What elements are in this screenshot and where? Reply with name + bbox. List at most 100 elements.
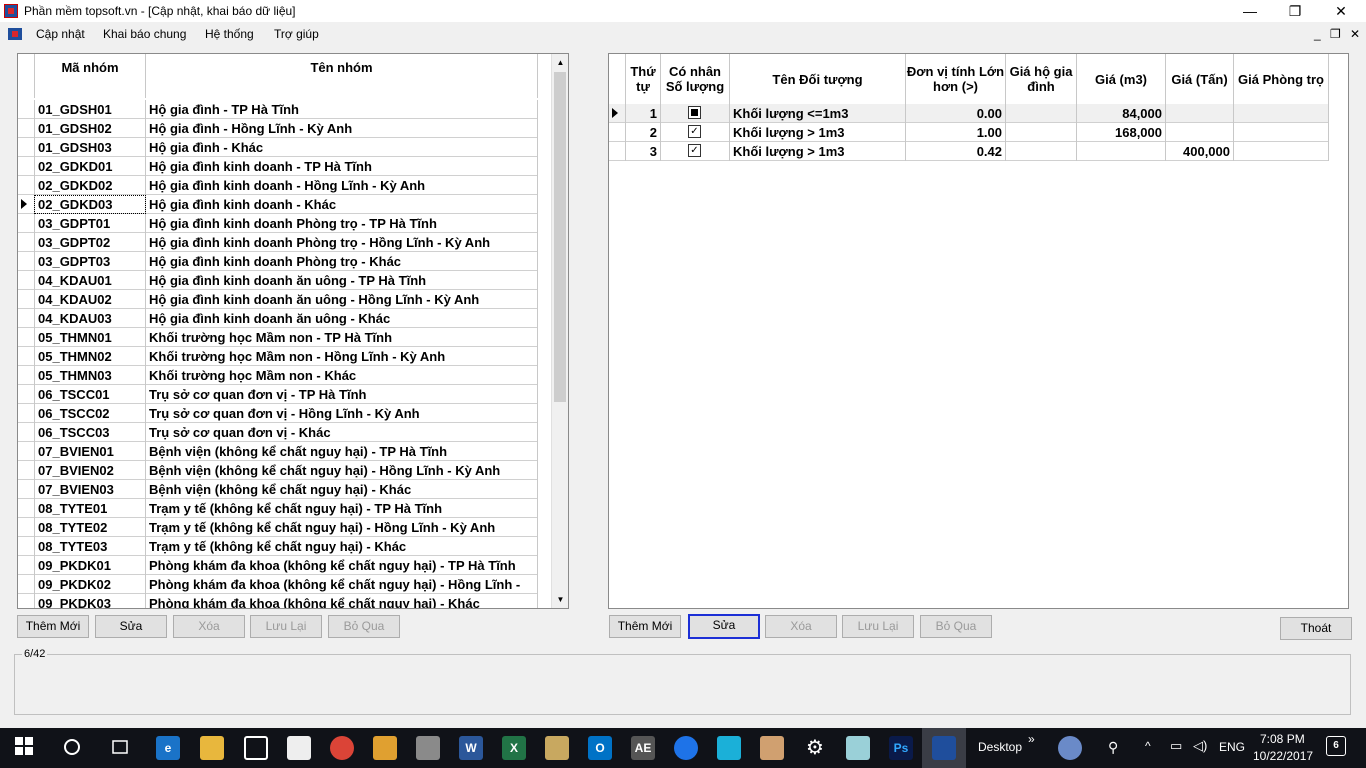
cell-ten-nhom[interactable]: Hộ gia đình kinh doanh ăn uông - Hồng Lĩ… — [146, 290, 538, 309]
cell-ten-nhom[interactable]: Trạm y tế (không kể chất nguy hại) - Khá… — [146, 537, 538, 556]
mdi-close-button[interactable]: ✕ — [1350, 27, 1360, 41]
cell-gia-m3[interactable]: 168,000 — [1077, 123, 1166, 142]
toolbar-chevron-icon[interactable]: » — [1028, 732, 1035, 746]
row-selector[interactable] — [18, 347, 34, 366]
table-row[interactable]: 03_GDPT03 Hộ gia đình kinh doanh Phòng tr… — [18, 252, 538, 271]
close-button[interactable]: ✕ — [1318, 0, 1364, 22]
ae-app-icon[interactable]: AE — [631, 736, 655, 760]
row-selector[interactable] — [18, 328, 34, 347]
cell-ten-nhom[interactable]: Hộ gia đình kinh doanh - TP Hà Tĩnh — [146, 157, 538, 176]
cell-ma-nhom[interactable]: 09_PKDK02 — [34, 575, 146, 594]
cell-ma-nhom[interactable]: 04_KDAU03 — [34, 309, 146, 328]
cell-ma-nhom[interactable]: 03_GDPT01 — [34, 214, 146, 233]
scroll-thumb[interactable] — [554, 72, 566, 402]
desktop-toolbar-label[interactable]: Desktop — [978, 740, 1022, 754]
cell-gia-tan[interactable] — [1166, 123, 1234, 142]
table-row[interactable]: 05_THMN02 Khối trường học Mầm non - Hồng … — [18, 347, 538, 366]
cell-ma-nhom[interactable]: 05_THMN03 — [34, 366, 146, 385]
table-row[interactable]: 07_BVIEN03 Bệnh viện (không kể chất nguy … — [18, 480, 538, 499]
exit-button[interactable]: Thoát — [1280, 617, 1352, 640]
row-selector[interactable] — [18, 176, 34, 195]
cell-gia-ho-gia-dinh[interactable] — [1006, 123, 1077, 142]
cell-ma-nhom[interactable]: 08_TYTE03 — [34, 537, 146, 556]
table-row[interactable]: 09_PKDK03 Phòng khám đa khoa (không kể ch… — [18, 594, 538, 608]
row-selector[interactable] — [18, 385, 34, 404]
current-row-indicator-icon[interactable] — [609, 104, 625, 123]
table-row[interactable]: 06_TSCC03 Trụ sở cơ quan đơn vị - Khác — [18, 423, 538, 442]
menu-tro-giup[interactable]: Trợ giúp — [274, 27, 319, 41]
column-header-ten-nhom[interactable]: Tên nhóm — [146, 54, 538, 98]
cell-ten-nhom[interactable]: Hộ gia đình - Hồng Lĩnh - Kỳ Anh — [146, 119, 538, 138]
table-row[interactable]: 04_KDAU03 Hộ gia đình kinh doanh ăn uông … — [18, 309, 538, 328]
column-header-thu-tu[interactable]: Thứ tự — [625, 54, 661, 104]
mdi-restore-button[interactable]: ❐ — [1330, 27, 1341, 41]
cell-ten-nhom[interactable]: Trụ sở cơ quan đơn vị - TP Hà Tĩnh — [146, 385, 538, 404]
column-header-don-vi-tinh[interactable]: Đơn vị tính Lớn hơn (>) — [906, 54, 1006, 104]
table-row[interactable]: 02_GDKD02 Hộ gia đình kinh doanh - Hồng L… — [18, 176, 538, 195]
cell-thu-tu[interactable]: 2 — [625, 123, 661, 142]
table-row[interactable]: 03_GDPT01 Hộ gia đình kinh doanh Phòng tr… — [18, 214, 538, 233]
cell-ten-nhom[interactable]: Khối trường học Mầm non - TP Hà Tĩnh — [146, 328, 538, 347]
left-add-button[interactable]: Thêm Mới — [17, 615, 89, 638]
table-row[interactable]: 04_KDAU01 Hộ gia đình kinh doanh ăn uông … — [18, 271, 538, 290]
cell-ma-nhom[interactable]: 07_BVIEN03 — [34, 480, 146, 499]
menu-khai-bao-chung[interactable]: Khai báo chung — [103, 27, 186, 41]
cell-gia-ho-gia-dinh[interactable] — [1006, 142, 1077, 161]
table-row[interactable]: 01_GDSH03 Hộ gia đình - Khác — [18, 138, 538, 157]
cell-ten-nhom[interactable]: Hộ gia đình kinh doanh - Khác — [146, 195, 538, 214]
cell-ten-doi-tuong[interactable]: Khối lượng > 1m3 — [730, 123, 906, 142]
cell-ma-nhom[interactable]: 08_TYTE02 — [34, 518, 146, 537]
right-edit-button[interactable]: Sửa — [688, 614, 760, 639]
cell-lon-hon[interactable]: 1.00 — [906, 123, 1006, 142]
chrome-icon[interactable] — [330, 736, 354, 760]
group-grid-scrollbar[interactable]: ▲ ▼ — [551, 54, 568, 608]
scroll-down-icon[interactable]: ▼ — [552, 591, 568, 608]
gear-icon[interactable]: ⚙ — [803, 736, 827, 760]
quantity-checkbox[interactable]: ✓ — [688, 144, 701, 157]
clock-time[interactable]: 7:08 PM — [1260, 732, 1305, 746]
cell-ma-nhom[interactable]: 06_TSCC02 — [34, 404, 146, 423]
cell-ma-nhom[interactable]: 07_BVIEN01 — [34, 442, 146, 461]
row-selector[interactable] — [609, 142, 625, 161]
table-row[interactable]: 02_GDKD01 Hộ gia đình kinh doanh - TP Hà … — [18, 157, 538, 176]
row-selector[interactable] — [18, 442, 34, 461]
cell-co-nhan[interactable]: ✓ — [661, 142, 730, 161]
cell-ma-nhom[interactable]: 06_TSCC03 — [34, 423, 146, 442]
mdi-app-icon[interactable] — [8, 28, 22, 40]
minimize-button[interactable]: — — [1227, 0, 1273, 22]
table-row[interactable]: 05_THMN01 Khối trường học Mầm non - TP Hà… — [18, 328, 538, 347]
cell-ten-nhom[interactable]: Bệnh viện (không kể chất nguy hại) - TP … — [146, 442, 538, 461]
network-icon[interactable]: ▭ — [1170, 738, 1182, 754]
start-icon[interactable] — [12, 736, 36, 760]
row-selector[interactable] — [18, 271, 34, 290]
mdi-minimize-button[interactable]: _ — [1314, 27, 1321, 41]
row-selector[interactable] — [18, 518, 34, 537]
cell-ten-nhom[interactable]: Bệnh viện (không kể chất nguy hại) - Khá… — [146, 480, 538, 499]
app-blue-icon[interactable] — [717, 736, 741, 760]
cell-ma-nhom[interactable]: 01_GDSH01 — [34, 100, 146, 119]
row-selector[interactable] — [18, 556, 34, 575]
cell-ten-nhom[interactable]: Bệnh viện (không kể chất nguy hại) - Hồn… — [146, 461, 538, 480]
photoshop-icon[interactable]: Ps — [889, 736, 913, 760]
cell-ma-nhom[interactable]: 05_THMN02 — [34, 347, 146, 366]
table-row[interactable]: 03_GDPT02 Hộ gia đình kinh doanh Phòng tr… — [18, 233, 538, 252]
row-selector[interactable] — [18, 499, 34, 518]
table-row[interactable]: 01_GDSH01 Hộ gia đình - TP Hà Tĩnh — [18, 100, 538, 119]
people-icon[interactable]: ⚲ — [1108, 739, 1118, 756]
table-row[interactable]: 09_PKDK01 Phòng khám đa khoa (không kể ch… — [18, 556, 538, 575]
quantity-checkbox[interactable] — [688, 106, 701, 119]
edge-icon[interactable]: e — [156, 736, 180, 760]
cell-ma-nhom[interactable]: 01_GDSH03 — [34, 138, 146, 157]
group-grid[interactable]: Mã nhóm Tên nhóm 01_GDSH01 Hộ gia đình - … — [17, 53, 569, 609]
cell-co-nhan[interactable]: ✓ — [661, 123, 730, 142]
right-delete-button[interactable]: Xóa — [765, 615, 837, 638]
left-skip-button[interactable]: Bỏ Qua — [328, 615, 400, 638]
word-icon[interactable]: W — [459, 736, 483, 760]
cell-ten-nhom[interactable]: Hộ gia đình kinh doanh ăn uông - TP Hà T… — [146, 271, 538, 290]
volume-icon[interactable]: ◁) — [1193, 738, 1207, 754]
menu-cap-nhat[interactable]: Cập nhật — [36, 27, 85, 41]
row-selector[interactable] — [18, 366, 34, 385]
column-header-gia-tan[interactable]: Giá (Tấn) — [1166, 54, 1234, 104]
cell-gia-tan[interactable] — [1166, 104, 1234, 123]
cell-ten-nhom[interactable]: Hộ gia đình kinh doanh Phòng trọ - Khác — [146, 252, 538, 271]
